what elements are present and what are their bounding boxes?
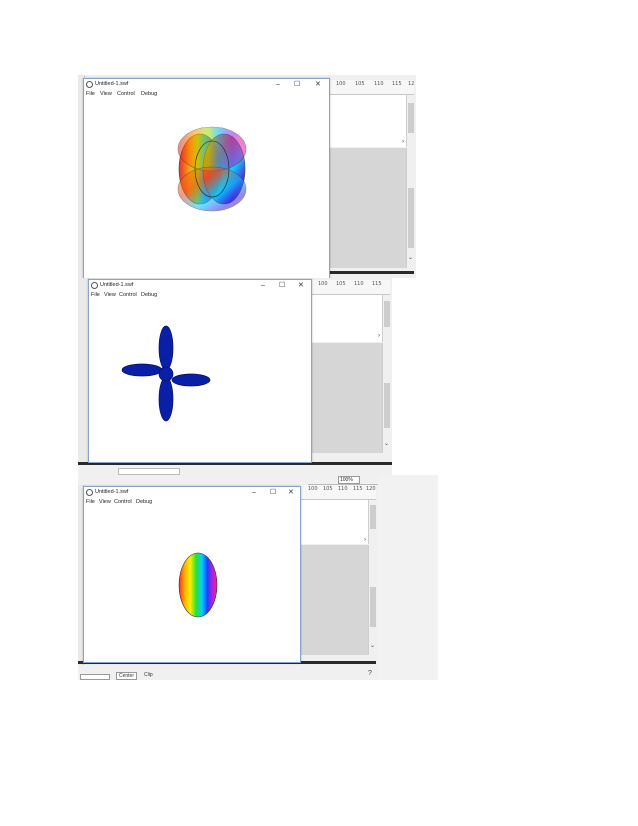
scroll-thumb[interactable]: [408, 103, 414, 133]
flash-player-icon: [86, 489, 93, 496]
stage-gray-area: [328, 148, 406, 268]
ide-right-margin: [378, 475, 438, 680]
menu-control[interactable]: Control: [117, 91, 135, 97]
scroll-down-arrow-icon[interactable]: ⌄: [384, 441, 389, 447]
overlapping-ellipses-graphic: [177, 126, 247, 212]
menu-debug[interactable]: Debug: [141, 91, 157, 97]
title-bar: Untitled-1.swf – ☐ ✕: [84, 79, 329, 90]
swf-stage: [84, 507, 300, 662]
scroll-thumb[interactable]: [408, 188, 414, 248]
swf-window: Untitled-1.swf – ☐ ✕ File View Control D…: [83, 486, 301, 663]
ruler-label: 115: [392, 81, 402, 87]
zoom-field[interactable]: 100%: [338, 476, 360, 484]
ide-input-field[interactable]: [80, 674, 110, 680]
menu-debug[interactable]: Debug: [141, 292, 157, 298]
center-label[interactable]: Center: [116, 672, 138, 680]
minimize-button[interactable]: –: [276, 80, 280, 89]
stage-vscroll[interactable]: [382, 343, 391, 453]
scroll-right-arrow-icon[interactable]: ›: [364, 537, 366, 543]
title-bar: Untitled-1.swf – ☐ ✕: [89, 280, 311, 291]
menu-file[interactable]: File: [86, 499, 95, 505]
rainbow-ellipse-graphic: [178, 552, 218, 618]
ruler-label: 105: [336, 281, 346, 287]
clip-label: Clip: [144, 672, 153, 678]
swf-window: Untitled-1.swf – ☐ ✕ File View Control D…: [83, 78, 330, 278]
window-title: Untitled-1.swf: [95, 489, 129, 495]
propeller-graphic: [121, 325, 211, 422]
menu-debug[interactable]: Debug: [136, 499, 152, 505]
menu-view[interactable]: View: [99, 499, 111, 505]
flash-player-icon: [86, 81, 93, 88]
screenshot-panel-2: 100 105 110 115 › ⌄ Untitled-1.swf – ☐ ✕…: [78, 278, 433, 475]
stage-vscroll[interactable]: [368, 545, 377, 655]
menu-view[interactable]: View: [104, 292, 116, 298]
ruler-label: 115: [353, 486, 363, 492]
close-button[interactable]: ✕: [288, 488, 294, 497]
ruler-label: 120: [408, 81, 414, 87]
scroll-right-arrow-icon[interactable]: ›: [402, 139, 404, 145]
ruler-label: 110: [374, 81, 384, 87]
maximize-button[interactable]: ☐: [279, 281, 285, 290]
stage-gray-area: [310, 343, 382, 453]
ide-toolbar-strip: [118, 468, 180, 475]
swf-window: Untitled-1.swf – ☐ ✕ File View Control D…: [88, 279, 312, 463]
title-bar: Untitled-1.swf – ☐ ✕: [84, 487, 300, 498]
swf-stage: [89, 300, 311, 462]
stage-vscroll[interactable]: [406, 148, 415, 268]
scroll-down-arrow-icon[interactable]: ⌄: [408, 255, 413, 261]
scroll-down-arrow-icon[interactable]: ⌄: [370, 643, 375, 649]
ruler-label: 100: [308, 486, 318, 492]
ide-dark-bar: [328, 271, 414, 274]
timeline-vscroll[interactable]: [406, 95, 415, 147]
timeline-vscroll[interactable]: [368, 500, 377, 544]
ruler-label: 110: [354, 281, 364, 287]
stage-gray-area: [300, 545, 368, 655]
scroll-thumb[interactable]: [370, 505, 376, 529]
minimize-button[interactable]: –: [252, 488, 256, 497]
ruler-label: 110: [338, 486, 348, 492]
minimize-button[interactable]: –: [261, 281, 265, 290]
scroll-right-arrow-icon[interactable]: ›: [378, 333, 380, 339]
window-title: Untitled-1.swf: [95, 81, 129, 87]
timeline-vscroll[interactable]: [382, 295, 391, 342]
ruler-label: 115: [372, 281, 382, 287]
menu-control[interactable]: Control: [119, 292, 137, 298]
menu-file[interactable]: File: [86, 91, 95, 97]
timeline-area: [300, 500, 368, 544]
screenshot-panel-3: 100% 100 105 110 115 120 › ⌄ Center Clip…: [78, 475, 438, 680]
timeline-area: [310, 295, 382, 342]
screenshot-panel-1: 100 105 110 115 120 › ⌄ Untitled-1.swf –…: [78, 75, 438, 278]
ruler-label: 100: [318, 281, 328, 287]
timeline-ruler: 100 105 110 115: [310, 280, 390, 295]
ruler-label: 100: [336, 81, 346, 87]
window-title: Untitled-1.swf: [100, 282, 134, 288]
help-icon[interactable]: ?: [368, 670, 372, 677]
close-button[interactable]: ✕: [315, 80, 321, 89]
ruler-label: 105: [355, 81, 365, 87]
scroll-thumb[interactable]: [384, 301, 390, 327]
timeline-area: [328, 95, 406, 147]
swf-stage: [84, 99, 329, 278]
timeline-ruler: 100 105 110 115 120: [328, 80, 414, 95]
scroll-thumb[interactable]: [370, 587, 376, 627]
close-button[interactable]: ✕: [298, 281, 304, 290]
menu-file[interactable]: File: [91, 292, 100, 298]
menu-control[interactable]: Control: [114, 499, 132, 505]
timeline-ruler: 100 105 110 115 120: [300, 485, 376, 500]
maximize-button[interactable]: ☐: [294, 80, 300, 89]
maximize-button[interactable]: ☐: [270, 488, 276, 497]
scroll-thumb[interactable]: [384, 383, 390, 428]
flash-player-icon: [91, 282, 98, 289]
ruler-label: 120: [366, 486, 376, 492]
ruler-label: 105: [323, 486, 333, 492]
menu-view[interactable]: View: [100, 91, 112, 97]
